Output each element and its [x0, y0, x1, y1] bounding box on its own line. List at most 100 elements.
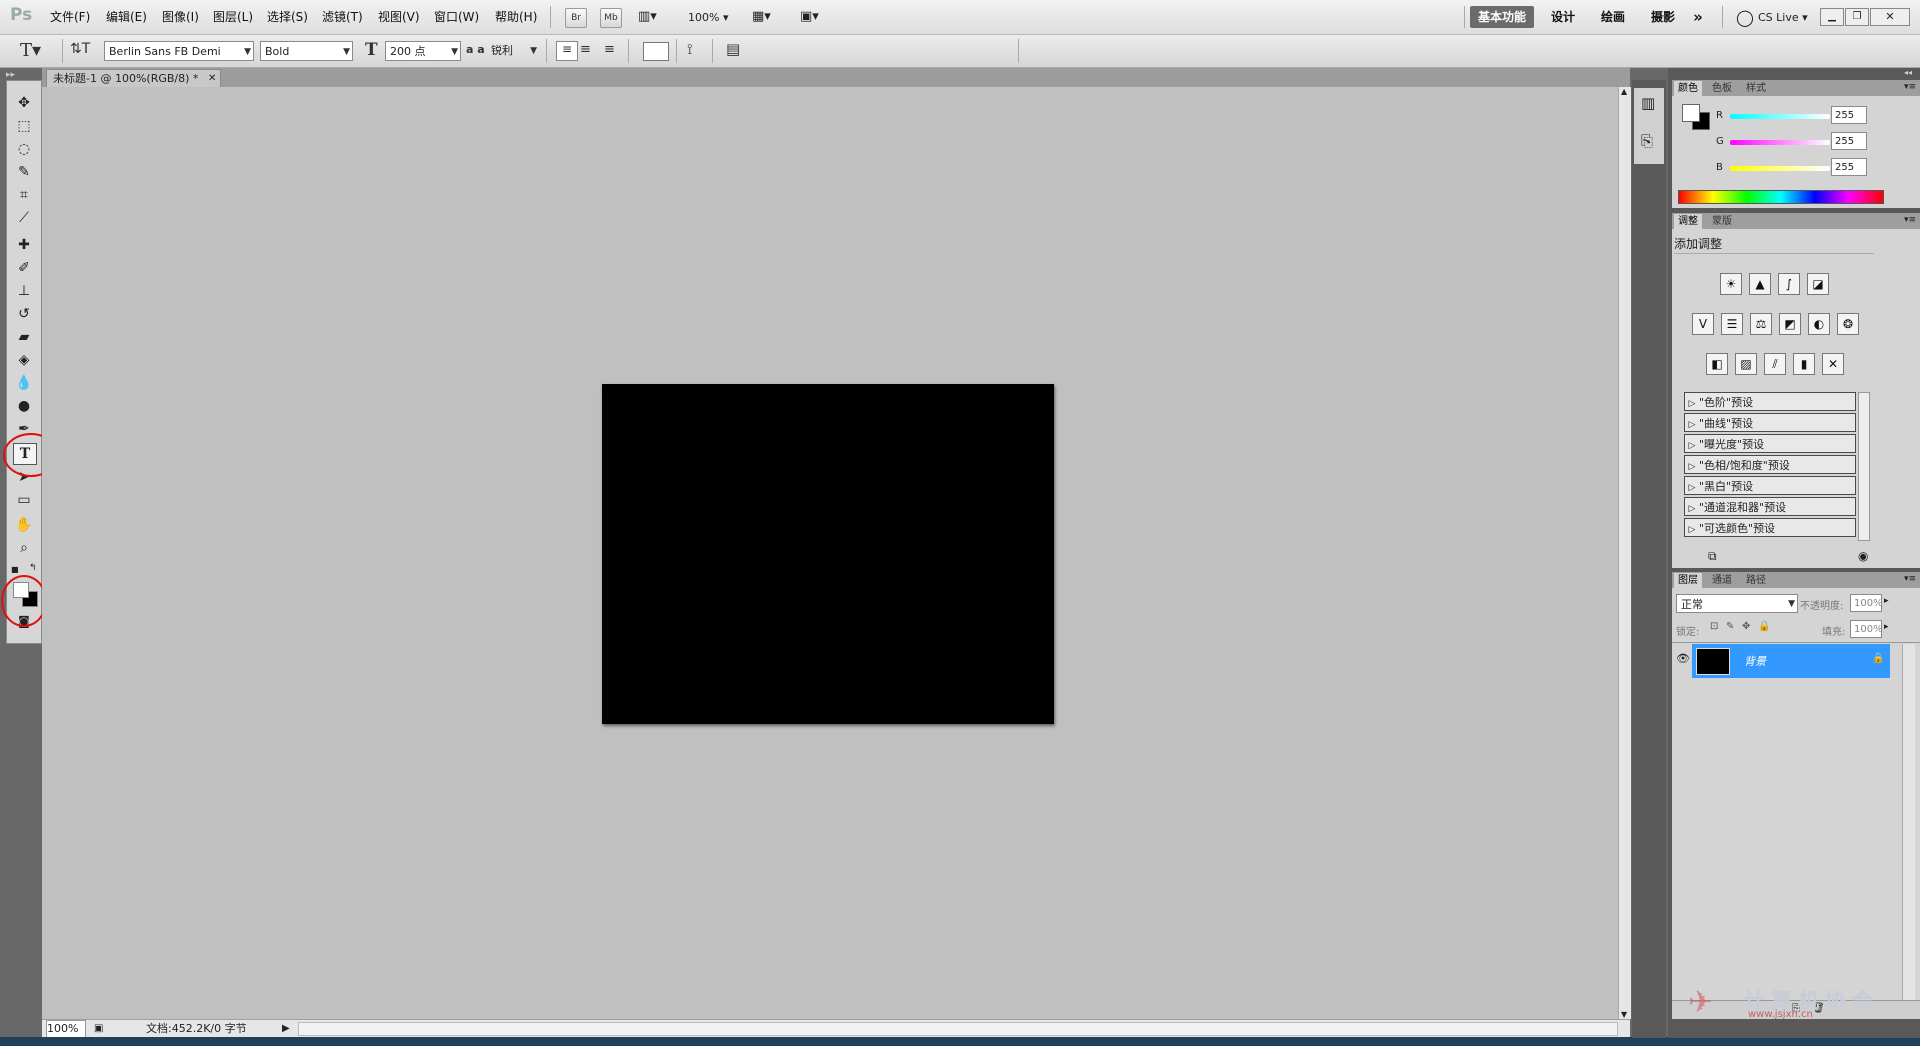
document-tab[interactable]: 未标题-1 @ 100%(RGB/8) * ✕ — [46, 69, 222, 88]
preset-channel-mixer[interactable]: ▷ "通道混和器"预设 — [1684, 497, 1856, 516]
menu-file[interactable]: 文件(F) — [50, 0, 90, 34]
hand-tool-icon[interactable]: ✋ — [13, 515, 35, 535]
layer-name[interactable]: 背景 — [1744, 653, 1766, 669]
layer-row-background[interactable]: 👁 背景 🔒 — [1672, 644, 1920, 678]
zoom-level-dropdown[interactable]: 100% ▾ — [688, 11, 728, 24]
brush-tool-icon[interactable]: ✐ — [13, 258, 35, 278]
opacity-arrow-icon[interactable]: ▸ — [1884, 596, 1889, 606]
panel-menu-icon[interactable]: ▾≡ — [1904, 215, 1916, 225]
lasso-tool-icon[interactable]: ◌ — [13, 139, 35, 159]
opacity-field[interactable]: 100% — [1850, 594, 1883, 612]
align-left-button[interactable]: ≡ — [556, 41, 578, 61]
menu-filter[interactable]: 滤镜(T) — [322, 0, 363, 34]
history-brush-tool-icon[interactable]: ↺ — [13, 304, 35, 324]
align-right-button[interactable]: ≡ — [604, 42, 615, 57]
workspace-more-button[interactable]: » — [1688, 6, 1708, 28]
menu-window[interactable]: 窗口(W) — [434, 0, 479, 34]
preset-selective-color[interactable]: ▷ "可选颜色"预设 — [1684, 518, 1856, 537]
tab-styles[interactable]: 样式 — [1742, 81, 1770, 96]
document-canvas[interactable] — [602, 384, 1054, 724]
horizontal-scrollbar[interactable] — [298, 1022, 1618, 1036]
layers-scrollbar[interactable] — [1902, 644, 1915, 1004]
marquee-tool-icon[interactable]: ⬚ — [13, 116, 35, 136]
threshold-icon[interactable]: ⫽ — [1764, 353, 1786, 375]
status-menu-arrow-icon[interactable]: ▶ — [282, 1020, 290, 1038]
fill-field[interactable]: 100% — [1850, 620, 1883, 638]
screen-mode-icon[interactable]: ▣▾ — [800, 9, 819, 24]
photo-filter-icon[interactable]: ◐ — [1808, 313, 1830, 335]
selective-color-icon[interactable]: ✕ — [1822, 353, 1844, 375]
menu-view[interactable]: 视图(V) — [378, 0, 420, 34]
brightness-contrast-icon[interactable]: ☀ — [1720, 273, 1742, 295]
workspace-painting[interactable]: 绘画 — [1595, 6, 1631, 28]
status-preview-icon[interactable]: ▣ — [94, 1020, 103, 1038]
preset-list-scrollbar[interactable] — [1858, 392, 1870, 541]
default-colors-icon[interactable]: ■ — [11, 565, 19, 574]
tab-masks[interactable]: 蒙版 — [1708, 214, 1736, 229]
color-spectrum-bar[interactable] — [1678, 190, 1884, 204]
character-panel-toggle-icon[interactable]: ▤ — [726, 40, 740, 58]
panel-menu-icon[interactable]: ▾≡ — [1904, 574, 1916, 584]
vertical-scrollbar[interactable]: ▲ ▼ — [1618, 87, 1631, 1019]
dodge-tool-icon[interactable]: ● — [13, 396, 35, 416]
tab-color[interactable]: 颜色 — [1674, 81, 1702, 96]
blur-tool-icon[interactable]: 💧 — [13, 373, 35, 393]
arrange-documents-icon[interactable]: ▦▾ — [752, 9, 771, 24]
close-button[interactable]: ✕ — [1870, 8, 1910, 26]
preset-black-white[interactable]: ▷ "黑白"预设 — [1684, 476, 1856, 495]
eyedropper-tool-icon[interactable]: ⟋ — [13, 208, 35, 228]
font-style-select[interactable]: Bold ▼ — [260, 41, 353, 61]
antialias-select[interactable]: 锐利 ▼ — [487, 41, 539, 61]
bridge-button[interactable]: Br — [565, 8, 587, 28]
fill-arrow-icon[interactable]: ▸ — [1884, 622, 1889, 632]
workspace-essentials[interactable]: 基本功能 — [1470, 6, 1534, 28]
menu-select[interactable]: 选择(S) — [267, 0, 308, 34]
panel-menu-icon[interactable]: ▾≡ — [1904, 82, 1916, 92]
quick-selection-tool-icon[interactable]: ✎ — [13, 162, 35, 182]
menu-image[interactable]: 图像(I) — [162, 0, 199, 34]
preset-exposure[interactable]: ▷ "曝光度"预设 — [1684, 434, 1856, 453]
hue-saturation-icon[interactable]: ☰ — [1721, 313, 1743, 335]
lock-transparent-icon[interactable]: ⊡ — [1710, 621, 1718, 632]
rectangle-tool-icon[interactable]: ▭ — [13, 490, 35, 510]
menu-edit[interactable]: 编辑(E) — [106, 0, 147, 34]
minimize-button[interactable]: ▁ — [1820, 8, 1844, 26]
move-tool-icon[interactable]: ✥ — [13, 93, 35, 113]
layer-visibility-eye-icon[interactable]: 👁 — [1676, 652, 1690, 668]
channel-b-value[interactable]: 255 — [1831, 158, 1867, 176]
exposure-icon[interactable]: ◪ — [1807, 273, 1829, 295]
blend-mode-select[interactable]: 正常 ▼ — [1676, 594, 1798, 613]
paint-bucket-tool-icon[interactable]: ◈ — [13, 350, 35, 370]
close-document-icon[interactable]: ✕ — [208, 70, 216, 88]
histogram-panel-icon[interactable]: ▥ — [1641, 94, 1655, 112]
tab-adjustments[interactable]: 调整 — [1674, 214, 1702, 229]
panel-collapse-icon[interactable]: ◂◂ — [1904, 68, 1912, 77]
minibridge-button[interactable]: Mb — [600, 8, 622, 28]
view-extras-icon[interactable]: ▥▾ — [638, 9, 657, 24]
channel-mixer-icon[interactable]: ❂ — [1837, 313, 1859, 335]
gradient-map-icon[interactable]: ▮ — [1793, 353, 1815, 375]
tab-channels[interactable]: 通道 — [1708, 573, 1736, 588]
menu-layer[interactable]: 图层(L) — [213, 0, 253, 34]
tab-layers[interactable]: 图层 — [1674, 573, 1702, 588]
tab-paths[interactable]: 路径 — [1742, 573, 1770, 588]
adjustment-mode-icon[interactable]: ◉ — [1858, 549, 1868, 563]
cs-live-menu[interactable]: CS Live ▾ — [1758, 11, 1808, 24]
healing-brush-tool-icon[interactable]: ✚ — [13, 235, 35, 255]
color-balance-icon[interactable]: ⚖ — [1750, 313, 1772, 335]
lock-all-icon[interactable]: 🔒 — [1758, 621, 1770, 632]
channel-r-value[interactable]: 255 — [1831, 106, 1867, 124]
invert-icon[interactable]: ◧ — [1706, 353, 1728, 375]
font-family-select[interactable]: Berlin Sans FB Demi ▼ — [104, 41, 254, 61]
eraser-tool-icon[interactable]: ▰ — [13, 327, 35, 347]
channel-r-slider[interactable] — [1730, 114, 1830, 119]
workspace-photography[interactable]: 摄影 — [1645, 6, 1681, 28]
clip-to-layer-icon[interactable]: ⧉ — [1708, 549, 1717, 564]
channel-g-slider[interactable] — [1730, 140, 1830, 145]
workspace-design[interactable]: 设计 — [1545, 6, 1581, 28]
clone-stamp-tool-icon[interactable]: ⊥ — [13, 281, 35, 301]
toggle-text-orientation-icon[interactable]: ⇅T — [70, 41, 90, 57]
levels-icon[interactable]: ▲ — [1749, 273, 1771, 295]
curves-icon[interactable]: ∫ — [1778, 273, 1800, 295]
zoom-tool-icon[interactable]: ⌕ — [13, 538, 35, 558]
